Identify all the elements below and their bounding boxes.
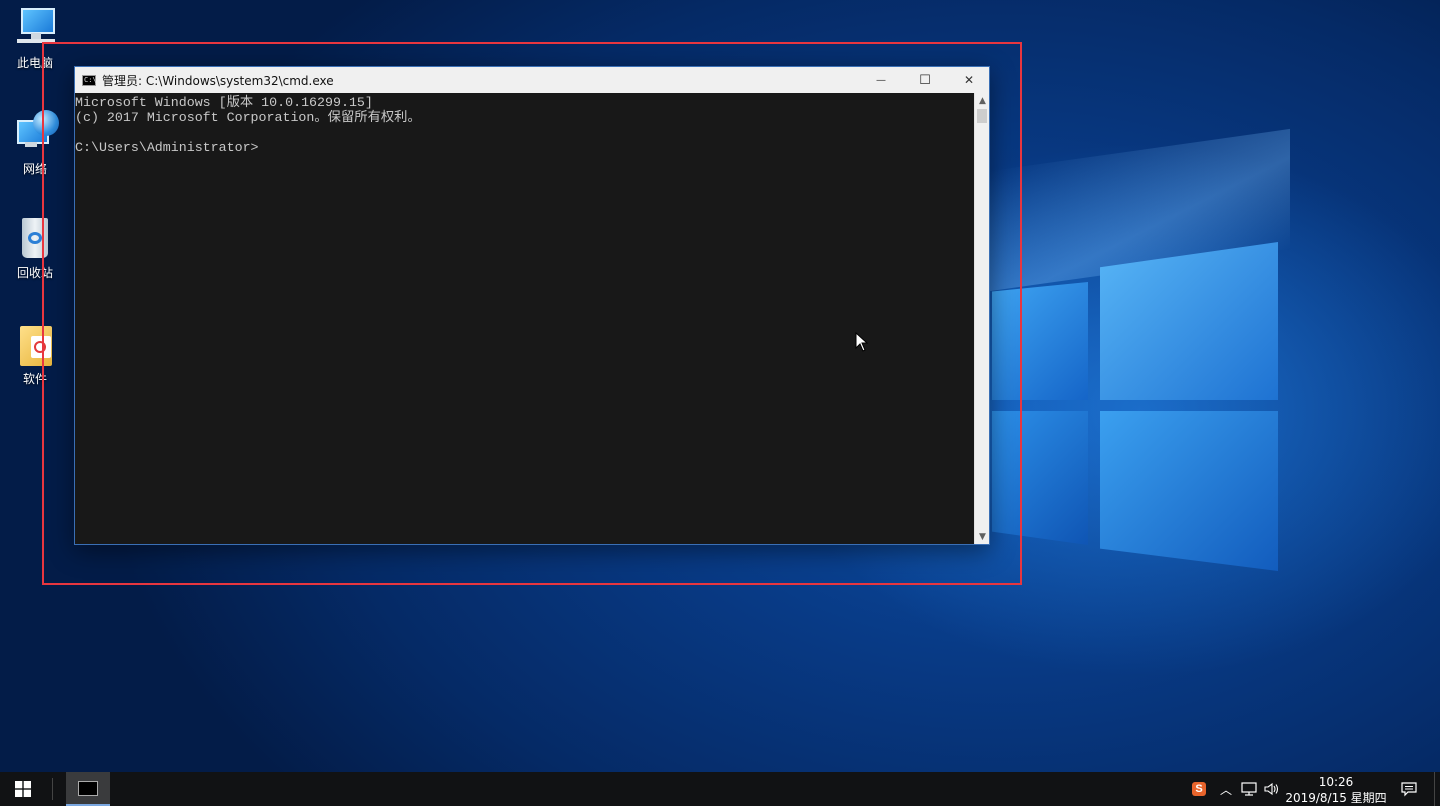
volume-button[interactable]	[1262, 772, 1282, 806]
network-tray-button[interactable]	[1238, 772, 1260, 806]
desktop-icon-label: 网络	[22, 162, 47, 176]
show-desktop-button[interactable]	[1434, 772, 1440, 806]
recycle-bin-icon	[11, 216, 59, 262]
taskbar: S ︿ 10:26 2019/8/15 星期四	[0, 772, 1440, 806]
desktop-icon-this-pc[interactable]: 此电脑	[6, 6, 64, 71]
console-line: Microsoft Windows [版本 10.0.16299.15]	[75, 95, 373, 110]
cmd-window[interactable]: C:\ 管理员: C:\Windows\system32\cmd.exe — ☐…	[74, 66, 990, 545]
maximize-button[interactable]: ☐	[903, 67, 947, 93]
scroll-thumb[interactable]	[977, 109, 987, 123]
folder-icon	[11, 322, 59, 368]
close-button[interactable]: ✕	[947, 67, 991, 93]
vertical-scrollbar[interactable]: ▲ ▼	[974, 93, 989, 544]
windows-start-icon	[15, 781, 31, 797]
clock-time: 10:26	[1318, 775, 1354, 789]
scroll-up-arrow-icon[interactable]: ▲	[975, 93, 990, 108]
scroll-down-arrow-icon[interactable]: ▼	[975, 529, 990, 544]
minimize-button[interactable]: —	[859, 67, 903, 93]
close-icon: ✕	[963, 73, 975, 87]
ime-sogou-button[interactable]: S	[1188, 772, 1210, 806]
windows-logo-pane-top-left	[992, 282, 1088, 400]
desktop-icon-label: 回收站	[16, 266, 53, 280]
windows-logo-pane-bottom-right	[1100, 411, 1278, 571]
desktop-icon-software-folder[interactable]: 软件	[6, 322, 64, 387]
desktop-icon-label: 此电脑	[16, 56, 53, 70]
this-pc-icon	[11, 6, 59, 52]
mouse-cursor-icon	[855, 332, 869, 352]
action-center-button[interactable]	[1396, 772, 1422, 806]
taskbar-divider	[52, 778, 53, 800]
clock[interactable]: 10:26 2019/8/15 星期四	[1284, 774, 1388, 806]
console-prompt: C:\Users\Administrator>	[75, 140, 259, 155]
maximize-icon: ☐	[919, 72, 931, 88]
console-line: (c) 2017 Microsoft Corporation。保留所有权利。	[75, 110, 421, 125]
console-output[interactable]: Microsoft Windows [版本 10.0.16299.15] (c) …	[75, 93, 975, 544]
network-icon	[11, 110, 59, 158]
network-tray-icon	[1241, 782, 1257, 796]
cmd-icon	[78, 780, 98, 796]
chevron-up-icon: ︿	[1219, 782, 1232, 797]
taskbar-cmd-button[interactable]	[66, 772, 110, 806]
desktop-icon-recycle-bin[interactable]: 回收站	[6, 216, 64, 281]
clock-date: 2019/8/15 星期四	[1285, 791, 1387, 805]
window-title: 管理员: C:\Windows\system32\cmd.exe	[102, 73, 334, 88]
speaker-icon	[1264, 782, 1279, 796]
title-bar[interactable]: C:\ 管理员: C:\Windows\system32\cmd.exe — ☐…	[75, 67, 989, 93]
sogou-ime-icon: S	[1192, 782, 1206, 796]
desktop: 此电脑 网络 回收站 软件 C:\ 管理员: C:\Windows\system…	[0, 0, 1440, 772]
start-button[interactable]	[0, 772, 46, 806]
desktop-icon-network[interactable]: 网络	[6, 110, 64, 177]
windows-logo-pane-top-right	[1100, 242, 1278, 400]
show-hidden-icons-button[interactable]: ︿	[1216, 772, 1236, 806]
minimize-icon: —	[876, 74, 886, 86]
desktop-icon-label: 软件	[22, 372, 47, 386]
notification-icon	[1401, 781, 1417, 796]
windows-logo-pane-bottom-left	[992, 411, 1088, 545]
cmd-icon: C:\	[82, 74, 97, 86]
